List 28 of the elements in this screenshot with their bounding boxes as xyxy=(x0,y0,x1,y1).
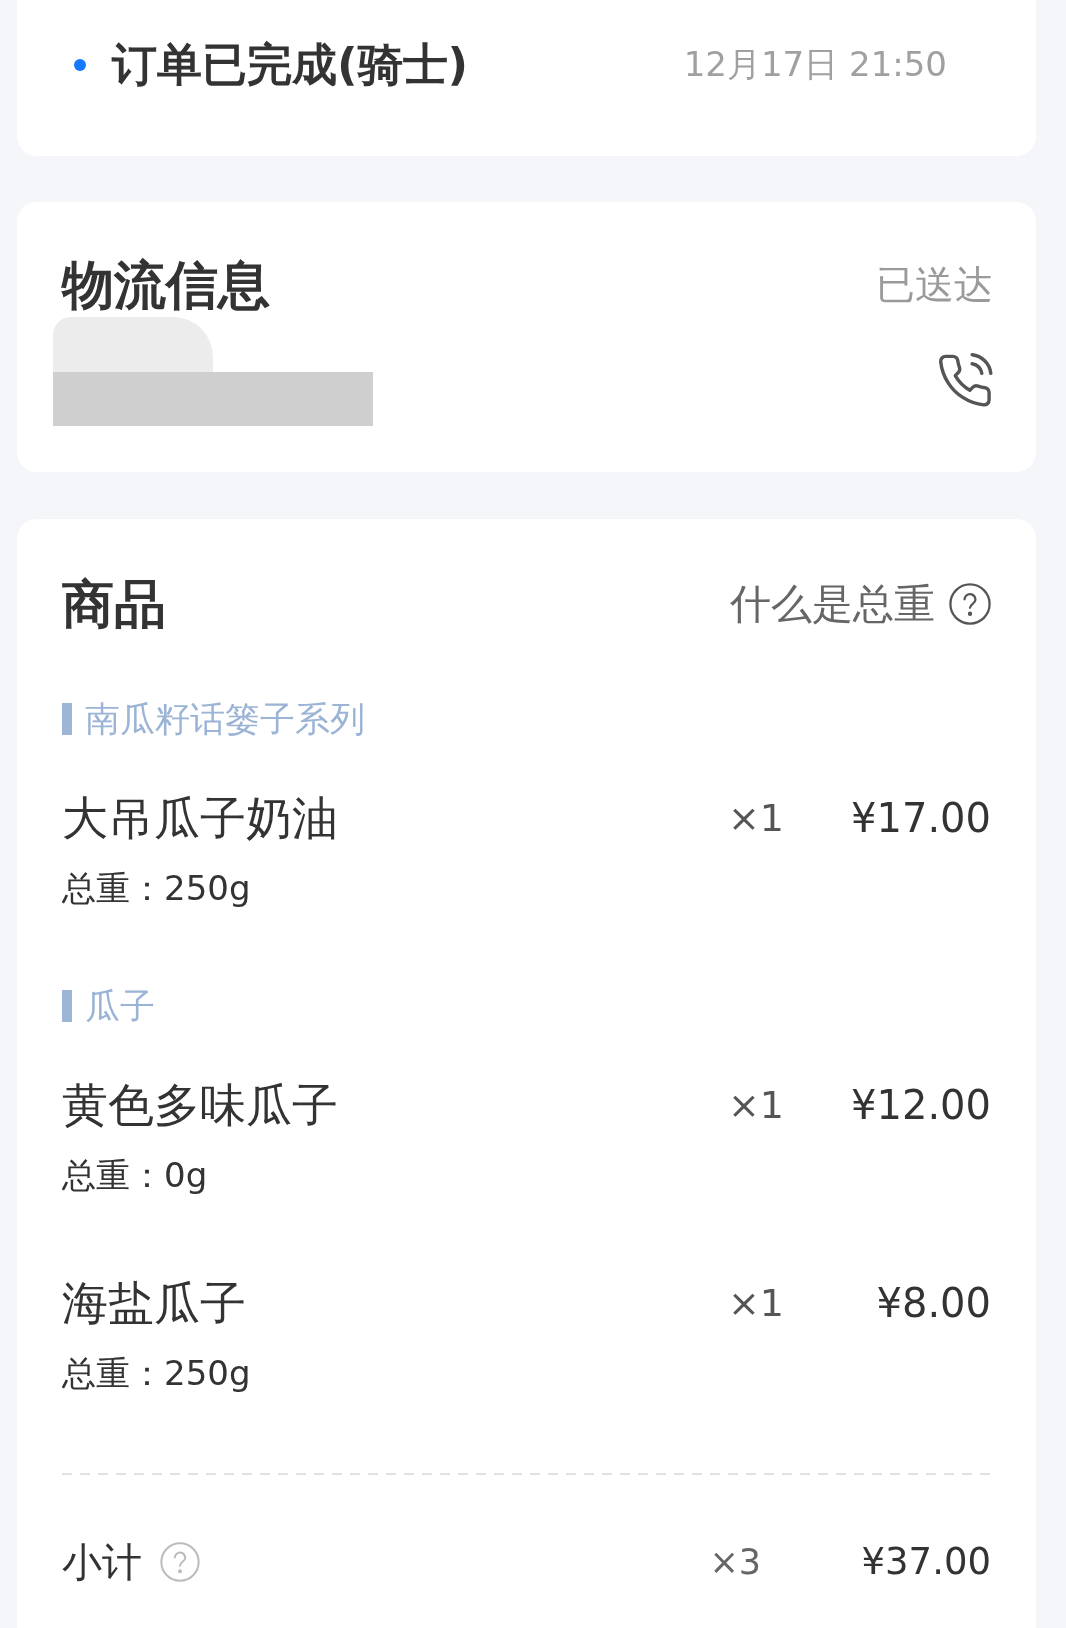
product-name: 大吊瓜子奶油 xyxy=(62,790,339,846)
category-title: 南瓜籽话篓子系列 xyxy=(85,701,365,737)
product-price: ¥12.00 xyxy=(850,1081,991,1130)
subtotal-quantity: ×3 xyxy=(709,1541,761,1584)
weight-help-link[interactable]: 什么是总重 xyxy=(730,579,991,629)
product-price: ¥17.00 xyxy=(850,794,991,843)
logistics-title: 物流信息 xyxy=(62,257,270,313)
products-title: 商品 xyxy=(62,576,166,632)
order-time: 12月17日 21:50 xyxy=(683,43,947,86)
product-weight: 总重：250g xyxy=(62,1353,251,1393)
subtotal-price: ¥37.00 xyxy=(860,1539,991,1585)
order-status-title: 订单已完成(骑士) xyxy=(112,40,469,90)
product-quantity: ×1 xyxy=(727,1082,784,1129)
question-icon xyxy=(949,583,991,625)
category-marker-icon xyxy=(62,703,72,735)
subtotal-label: 小计 xyxy=(62,1538,142,1587)
delivery-status: 已送达 xyxy=(876,261,993,309)
status-dot-icon xyxy=(74,59,86,71)
product-name: 黄色多味瓜子 xyxy=(62,1077,339,1133)
phone-call-icon[interactable] xyxy=(937,353,993,408)
category-marker-icon xyxy=(62,990,72,1022)
product-weight: 总重：250g xyxy=(62,868,251,908)
product-weight: 总重：0g xyxy=(62,1155,208,1195)
product-quantity: ×1 xyxy=(727,1280,784,1327)
category-title: 瓜子 xyxy=(85,988,155,1024)
product-name: 海盐瓜子 xyxy=(62,1275,247,1331)
product-quantity: ×1 xyxy=(727,795,784,842)
product-price: ¥8.00 xyxy=(875,1279,991,1328)
